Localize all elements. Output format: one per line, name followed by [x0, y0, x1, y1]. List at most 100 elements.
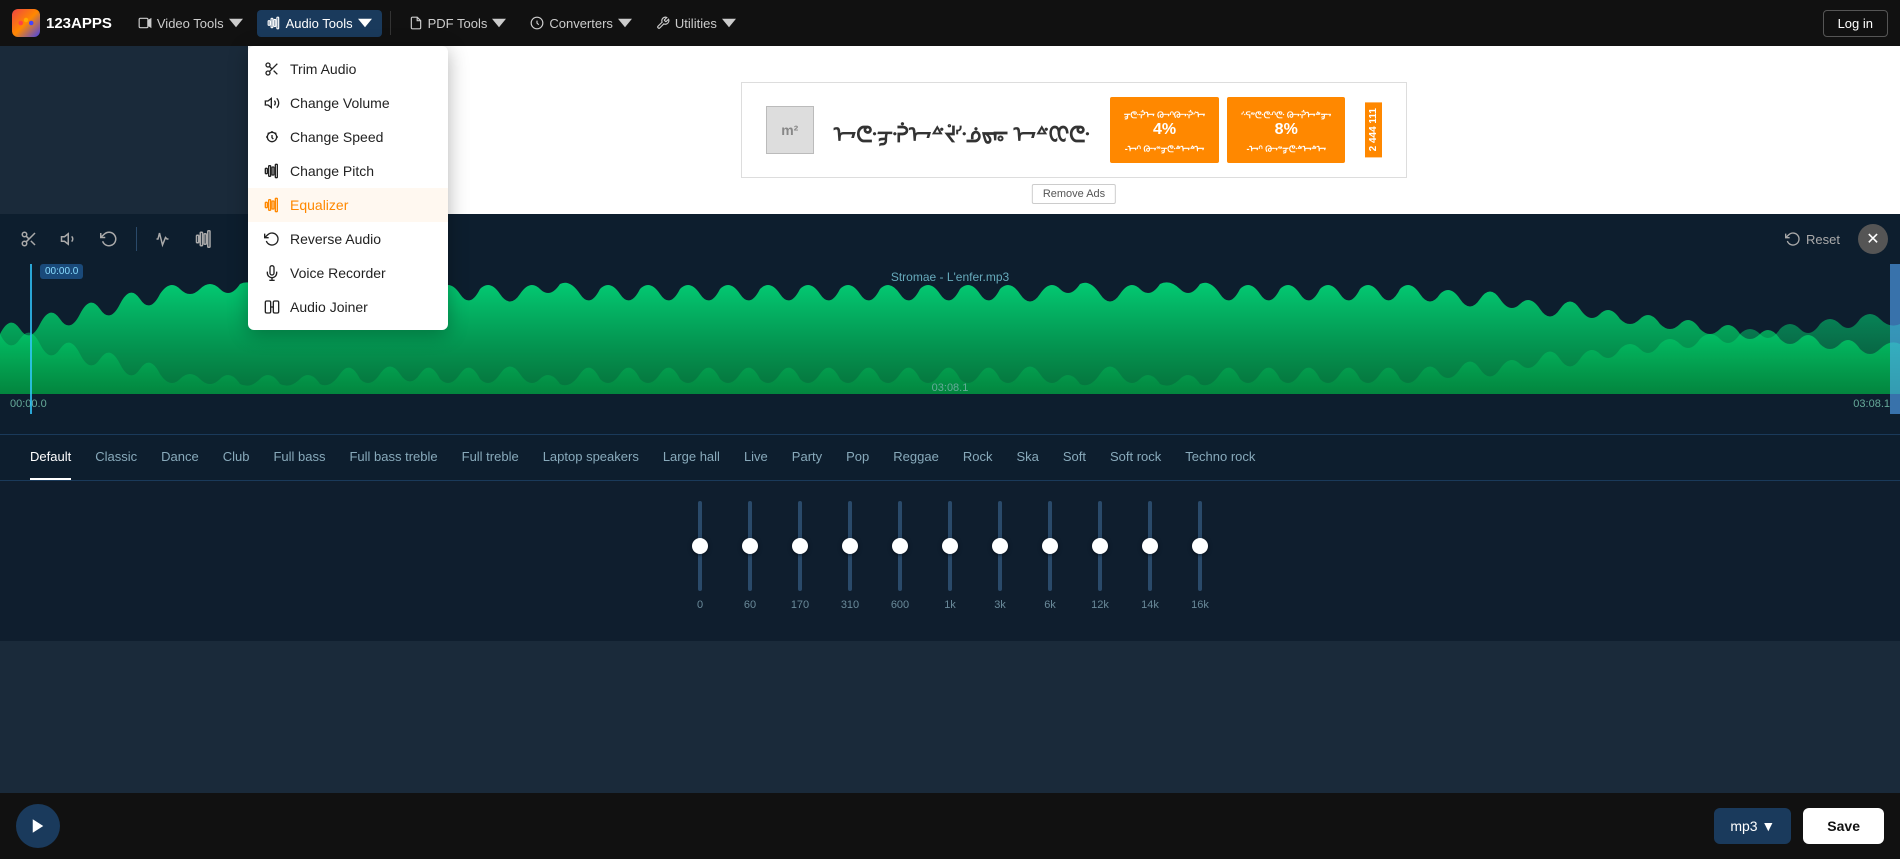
dropdown-reverse-label: Reverse Audio [290, 231, 381, 247]
eq-tab-pop[interactable]: Pop [846, 435, 869, 480]
nav-audio-tools[interactable]: Audio Tools [257, 10, 382, 37]
undo-button[interactable] [92, 222, 126, 256]
join-icon [264, 299, 280, 315]
eq-tab-reggae[interactable]: Reggae [893, 435, 939, 480]
dropdown-pitch-label: Change Pitch [290, 163, 374, 179]
eq-slider-600[interactable] [890, 501, 910, 591]
eq-slider-310[interactable] [840, 501, 860, 591]
reset-button[interactable]: Reset [1775, 225, 1850, 253]
reverse-icon [264, 231, 280, 247]
equalizer-tool-icon [195, 230, 213, 248]
eq-slider-3k[interactable] [990, 501, 1010, 591]
logo[interactable]: 123APPS [12, 9, 112, 37]
eq-tab-laptop[interactable]: Laptop speakers [543, 435, 639, 480]
dropdown-trim-audio[interactable]: Trim Audio [248, 52, 448, 86]
eq-tab-soft-rock[interactable]: Soft rock [1110, 435, 1161, 480]
dropdown-joiner-label: Audio Joiner [290, 299, 368, 315]
eq-tab-full-bass[interactable]: Full bass [273, 435, 325, 480]
time-start: 00:00.0 [10, 398, 47, 410]
eq-freq-label: 14k [1141, 599, 1159, 611]
eq-slider-0[interactable] [690, 501, 710, 591]
time-end: 03:08.1 [1853, 398, 1890, 410]
eq-slider-14k[interactable] [1140, 501, 1160, 591]
volume-tool-button[interactable] [52, 222, 86, 256]
eq-tab-full-treble[interactable]: Full treble [462, 435, 519, 480]
eq-tab-techno-rock[interactable]: Techno rock [1185, 435, 1255, 480]
audio-icon [267, 16, 281, 30]
eq-tab-party[interactable]: Party [792, 435, 822, 480]
eq-slider-12k[interactable] [1090, 501, 1110, 591]
ad-banner: m² ᢇᣤᢖᣒᢇᣝᣃᣚᣌᢐᢛ ᢇᣝᢗᢗᣤ ᢖᣤᣒᢇ ᢙᢇᣕᢙᢇᣒᣚᢇ 4% -ᢇ… [248, 46, 1900, 214]
nav-separator [390, 11, 391, 35]
ad-text: ᢇᣤᢖᣒᢇᣝᣃᣚᣌᢐᢛ ᢇᣝᢗᢗᣤ [834, 111, 1090, 149]
nav-pdf-tools[interactable]: PDF Tools [399, 10, 517, 37]
eq-thumb[interactable] [1192, 538, 1208, 554]
eq-tab-dance[interactable]: Dance [161, 435, 199, 480]
eq-view-button[interactable] [187, 222, 221, 256]
eq-thumb[interactable] [1142, 538, 1158, 554]
eq-tab-club[interactable]: Club [223, 435, 250, 480]
utilities-icon [656, 16, 670, 30]
eq-slider-60[interactable] [740, 501, 760, 591]
time-mid: 03:08.1 [932, 382, 969, 394]
save-button[interactable]: Save [1803, 808, 1884, 844]
format-selector-button[interactable]: mp3 ▼ [1714, 808, 1791, 844]
eq-tab-ska[interactable]: Ska [1016, 435, 1038, 480]
pitch-icon [264, 163, 280, 179]
eq-thumb[interactable] [1092, 538, 1108, 554]
login-button[interactable]: Log in [1823, 10, 1888, 37]
cut-tool-button[interactable] [12, 222, 46, 256]
eq-tab-classic[interactable]: Classic [95, 435, 137, 480]
eq-thumb[interactable] [742, 538, 758, 554]
nav-converters[interactable]: Converters [520, 10, 642, 37]
eq-thumb[interactable] [692, 538, 708, 554]
remove-ads-button[interactable]: Remove Ads [1032, 184, 1116, 204]
reset-icon [1785, 231, 1801, 247]
scroll-indicator [1890, 264, 1900, 414]
track-name: Stromae - L'enfer.mp3 [891, 270, 1009, 284]
eq-slider-170[interactable] [790, 501, 810, 591]
eq-band-12k: 12k [1090, 501, 1110, 611]
dropdown-change-speed[interactable]: Change Speed [248, 120, 448, 154]
mic-icon [264, 265, 280, 281]
ad-side-text: 2 444 111 [1365, 102, 1382, 157]
eq-tabs: Default Classic Dance Club Full bass Full bas… [0, 435, 1900, 481]
eq-slider-6k[interactable] [1040, 501, 1060, 591]
eq-freq-label: 60 [744, 599, 756, 611]
eq-tab-default[interactable]: Default [30, 435, 71, 480]
eq-tab-soft[interactable]: Soft [1063, 435, 1086, 480]
eq-thumb[interactable] [1042, 538, 1058, 554]
eq-band-3k: 3k [990, 501, 1010, 611]
volume-tool-icon [60, 230, 78, 248]
eq-slider-1k[interactable] [940, 501, 960, 591]
eq-tab-large-hall[interactable]: Large hall [663, 435, 720, 480]
eq-tab-live[interactable]: Live [744, 435, 768, 480]
eq-freq-label: 6k [1044, 599, 1056, 611]
eq-freq-label: 3k [994, 599, 1006, 611]
eq-slider-16k[interactable] [1190, 501, 1210, 591]
chevron-down-icon [618, 16, 632, 30]
top-navigation: 123APPS Video Tools Audio Tools PDF Tool… [0, 0, 1900, 46]
eq-thumb[interactable] [992, 538, 1008, 554]
eq-tab-rock[interactable]: Rock [963, 435, 993, 480]
chevron-down-icon [358, 16, 372, 30]
eq-thumb[interactable] [792, 538, 808, 554]
eq-band-16k: 16k [1190, 501, 1210, 611]
nav-video-tools[interactable]: Video Tools [128, 10, 253, 37]
play-button[interactable] [16, 804, 60, 848]
dropdown-voice-label: Voice Recorder [290, 265, 386, 281]
dropdown-reverse-audio[interactable]: Reverse Audio [248, 222, 448, 256]
waveform-view-button[interactable] [147, 222, 181, 256]
ad-badge-1: ᢖᣤᣒᢇ ᢙᢇᣕᢙᢇᣒᣚᢇ 4% -ᢇᣕ ᢙᢇᣛᢖᣤᣝᢇᣝᢇ [1110, 97, 1219, 163]
dropdown-equalizer[interactable]: Equalizer [248, 188, 448, 222]
dropdown-audio-joiner[interactable]: Audio Joiner [248, 290, 448, 324]
close-button[interactable]: ✕ [1858, 224, 1888, 254]
dropdown-change-volume[interactable]: Change Volume [248, 86, 448, 120]
eq-thumb[interactable] [842, 538, 858, 554]
dropdown-change-pitch[interactable]: Change Pitch [248, 154, 448, 188]
eq-thumb[interactable] [942, 538, 958, 554]
eq-tab-full-bass-treble[interactable]: Full bass treble [349, 435, 437, 480]
eq-thumb[interactable] [892, 538, 908, 554]
nav-utilities[interactable]: Utilities [646, 10, 746, 37]
dropdown-voice-recorder[interactable]: Voice Recorder [248, 256, 448, 290]
